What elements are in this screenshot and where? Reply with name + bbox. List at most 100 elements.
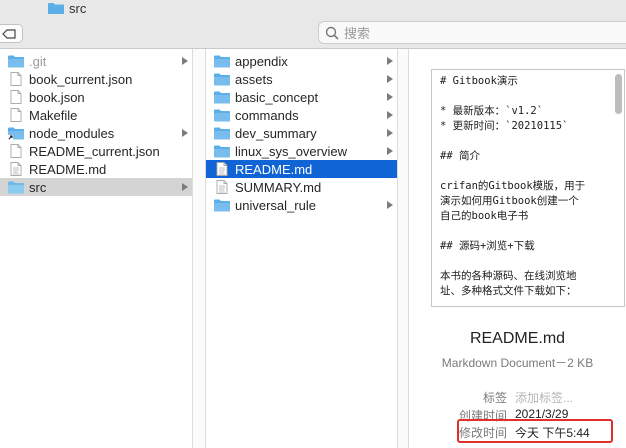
item-icon bbox=[8, 180, 24, 194]
item-icon bbox=[214, 54, 230, 68]
column-project-root: .git book_current.json book.json Makefile no… bbox=[0, 49, 192, 448]
back-arrow-icon bbox=[1, 28, 16, 39]
disclosure-arrow-icon bbox=[387, 111, 393, 119]
item-label: assets bbox=[235, 71, 273, 87]
meta-tags-row: 标签 添加标签... bbox=[409, 389, 626, 405]
preview-file-name: README.md bbox=[469, 330, 566, 347]
back-button[interactable] bbox=[0, 24, 23, 43]
markdown-file-icon bbox=[216, 180, 228, 194]
item-icon bbox=[214, 108, 230, 122]
list-item[interactable]: universal_rule bbox=[206, 196, 397, 214]
item-icon bbox=[214, 180, 230, 194]
list-item[interactable]: src bbox=[0, 178, 192, 196]
item-icon bbox=[214, 90, 230, 104]
disclosure-arrow-icon bbox=[182, 183, 188, 191]
document-preview[interactable]: # Gitbook演示 * 最新版本：`v1.2` * 更新时间：`20210115… bbox=[431, 69, 625, 307]
item-label: README.md bbox=[29, 161, 107, 177]
highlight-box bbox=[457, 419, 613, 443]
list-item[interactable]: book.json bbox=[0, 88, 192, 106]
disclosure-arrow-icon bbox=[387, 93, 393, 101]
folder-icon bbox=[8, 181, 24, 194]
item-label: appendix bbox=[235, 53, 288, 69]
item-label: README_current.json bbox=[29, 143, 160, 159]
folder-icon bbox=[214, 199, 230, 212]
item-icon bbox=[214, 126, 230, 140]
preview-text-line: # Gitbook演示 bbox=[440, 75, 518, 87]
item-icon bbox=[8, 72, 24, 86]
tags-input[interactable]: 添加标签... bbox=[515, 389, 626, 405]
item-label: basic_concept bbox=[235, 89, 319, 105]
preview-text-line: ## 源码+浏览+下载 bbox=[440, 240, 535, 252]
alias-folder-icon bbox=[8, 127, 24, 140]
preview-text-line: crifan的Gitbook模版，用于 bbox=[440, 180, 586, 192]
list-item[interactable]: book_current.json bbox=[0, 70, 192, 88]
preview-scrollbar[interactable] bbox=[615, 74, 622, 114]
item-label: .git bbox=[29, 53, 47, 69]
list-item[interactable]: README_current.json bbox=[0, 142, 192, 160]
preview-pane: # Gitbook演示 * 最新版本：`v1.2` * 更新时间：`20210115… bbox=[409, 49, 626, 448]
preview-text-line: 自己的book电子书 bbox=[440, 210, 529, 222]
item-icon bbox=[8, 126, 24, 140]
list-item[interactable]: .git bbox=[0, 52, 192, 70]
search-icon bbox=[325, 26, 339, 40]
window-title: src bbox=[48, 0, 86, 16]
search-field[interactable]: 搜索 bbox=[318, 21, 626, 44]
item-label: book.json bbox=[29, 89, 85, 105]
item-icon bbox=[214, 162, 230, 176]
disclosure-arrow-icon bbox=[182, 129, 188, 137]
list-item[interactable]: dev_summary bbox=[206, 124, 397, 142]
folder-icon bbox=[48, 3, 64, 14]
folder-icon bbox=[8, 55, 24, 68]
item-icon bbox=[8, 144, 24, 158]
list-item[interactable]: README.md bbox=[206, 160, 397, 178]
list-item[interactable]: basic_concept bbox=[206, 88, 397, 106]
document-icon bbox=[10, 72, 22, 86]
item-label: node_modules bbox=[29, 125, 115, 141]
list-item[interactable]: SUMMARY.md bbox=[206, 178, 397, 196]
item-label: src bbox=[29, 179, 47, 195]
list-item[interactable]: assets bbox=[206, 70, 397, 88]
search-placeholder: 搜索 bbox=[344, 26, 371, 41]
item-label: linux_sys_overview bbox=[235, 143, 347, 159]
disclosure-arrow-icon bbox=[387, 147, 393, 155]
toolbar: src 搜索 bbox=[0, 0, 626, 49]
item-label: dev_summary bbox=[235, 125, 317, 141]
column-divider[interactable] bbox=[192, 49, 206, 448]
item-icon bbox=[8, 90, 24, 104]
preview-text-line: 址、多种格式文件下载如下： bbox=[440, 285, 577, 297]
list-item[interactable]: commands bbox=[206, 106, 397, 124]
column-divider[interactable] bbox=[397, 49, 409, 448]
item-icon bbox=[8, 162, 24, 176]
item-label: commands bbox=[235, 107, 299, 123]
document-icon bbox=[10, 108, 22, 122]
disclosure-arrow-icon bbox=[182, 57, 188, 65]
list-item[interactable]: node_modules bbox=[0, 124, 192, 142]
folder-icon bbox=[214, 145, 230, 158]
item-icon bbox=[8, 108, 24, 122]
folder-icon bbox=[214, 91, 230, 104]
document-icon bbox=[10, 144, 22, 158]
item-icon bbox=[214, 144, 230, 158]
folder-icon bbox=[214, 55, 230, 68]
list-item[interactable]: Makefile bbox=[0, 106, 192, 124]
disclosure-arrow-icon bbox=[387, 201, 393, 209]
preview-text-line: * 最新版本：`v1.2` bbox=[440, 105, 544, 117]
preview-text-line: 演示如何用Gitbook创建一个 bbox=[440, 195, 579, 207]
markdown-file-icon bbox=[216, 162, 228, 176]
item-icon bbox=[214, 72, 230, 86]
folder-icon bbox=[214, 73, 230, 86]
markdown-file-icon bbox=[10, 162, 22, 176]
list-item[interactable]: appendix bbox=[206, 52, 397, 70]
item-label: SUMMARY.md bbox=[235, 179, 322, 195]
disclosure-arrow-icon bbox=[387, 75, 393, 83]
folder-icon bbox=[214, 127, 230, 140]
preview-text-line: * 更新时间：`20210115` bbox=[440, 120, 569, 132]
list-item[interactable]: README.md bbox=[0, 160, 192, 178]
list-item[interactable]: linux_sys_overview bbox=[206, 142, 397, 160]
item-icon bbox=[214, 198, 230, 212]
folder-icon bbox=[214, 109, 230, 122]
column-src: appendix assets basic_concept commands dev_s… bbox=[206, 49, 397, 448]
window-title-text: src bbox=[69, 0, 87, 16]
item-label: Makefile bbox=[29, 107, 78, 123]
disclosure-arrow-icon bbox=[387, 57, 393, 65]
